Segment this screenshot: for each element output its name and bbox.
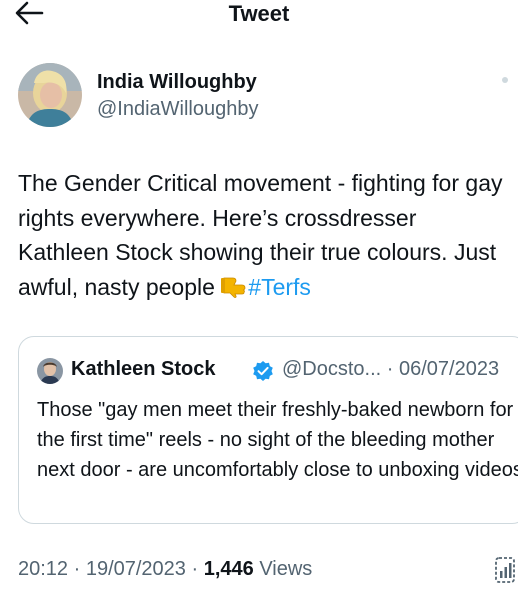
- more-options-icon[interactable]: [502, 77, 508, 83]
- timestamp: 20:12 · 19/07/2023 ·: [18, 558, 204, 580]
- quoted-handle-date: @Docsto... · 06/07/2023: [282, 358, 500, 380]
- views-count: 1,446: [203, 558, 254, 580]
- quoted-tweet[interactable]: Kathleen Stock @Docsto... · 06/07/2023 T…: [18, 336, 518, 524]
- views-label: Views: [253, 558, 313, 580]
- tweet-author: India Willoughby @IndiaWilloughby: [18, 63, 508, 133]
- quoted-author-name: Kathleen Stock: [71, 358, 216, 380]
- quoted-tweet-text: Those "gay men meet their freshly-baked …: [37, 399, 518, 481]
- top-bar: Tweet: [0, 0, 518, 30]
- page-title: Tweet: [228, 1, 290, 26]
- verified-badge-icon: [253, 361, 273, 381]
- avatar[interactable]: [18, 63, 82, 127]
- avatar[interactable]: [37, 358, 63, 384]
- tweet-body: The Gender Critical movement - fighting …: [18, 166, 508, 304]
- analytics-icon[interactable]: [494, 555, 518, 585]
- hashtag-link[interactable]: #Terfs: [248, 274, 311, 300]
- author-handle[interactable]: @IndiaWilloughby: [97, 98, 259, 121]
- tweet-footer: 20:12 · 19/07/2023 · 1,446 Views: [18, 558, 312, 581]
- author-name[interactable]: India Willoughby: [97, 71, 257, 94]
- thumbs-down-icon: [221, 277, 246, 298]
